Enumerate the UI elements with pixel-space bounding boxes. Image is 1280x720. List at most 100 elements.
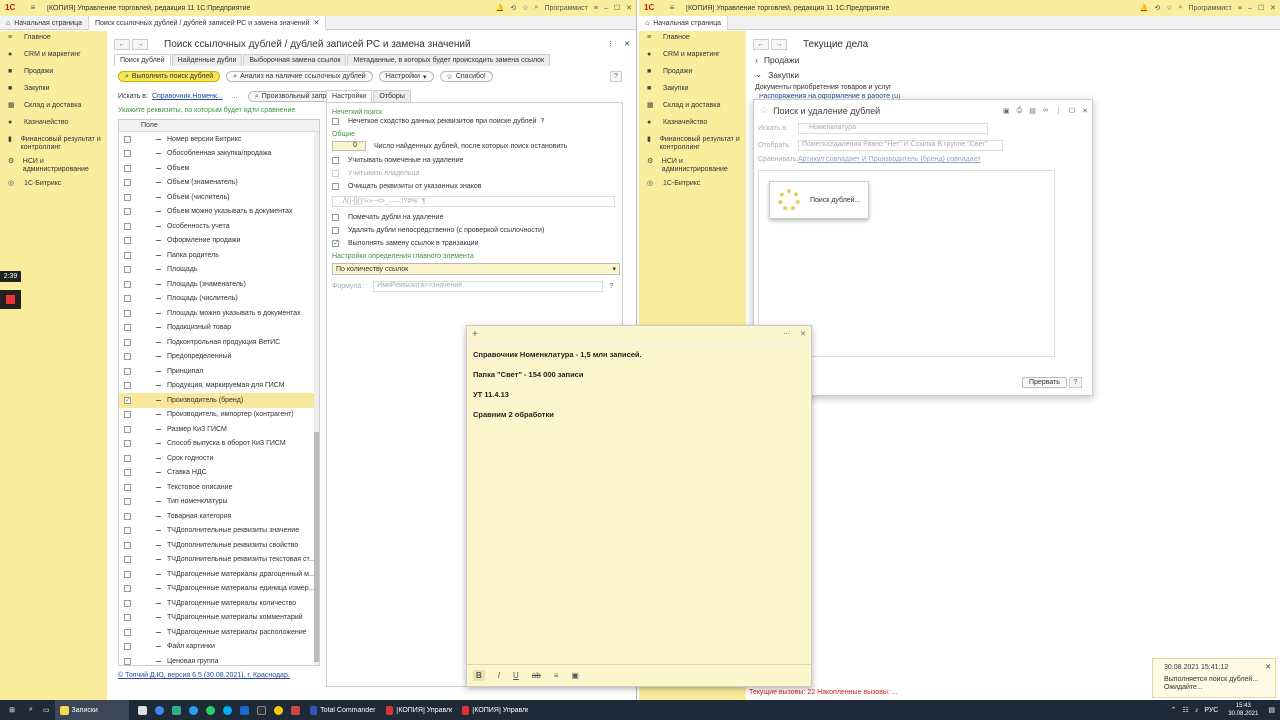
save-icon[interactable]: ▣ xyxy=(1003,107,1010,115)
sidebar-item-nsi[interactable]: ⚙ НСИ и администрирование xyxy=(639,155,746,177)
list-item[interactable]: Товарная категория xyxy=(119,509,319,524)
purchase-docs[interactable]: Документы приобретения товаров и услуг xyxy=(755,84,892,91)
list-item[interactable]: ТЧДрагоценные материалы расположение xyxy=(119,625,319,640)
stop-count-field[interactable]: 0 xyxy=(332,141,366,151)
list-item[interactable]: ТЧДополнительные реквизиты значение xyxy=(119,524,319,539)
section-sales[interactable]: › Продажи xyxy=(755,55,799,65)
sidebar-item-finance[interactable]: ▮ Финансовый результат и контроллинг xyxy=(0,133,107,155)
tab-selective-replace[interactable]: Выборочная замена ссылок xyxy=(243,54,347,66)
list-item[interactable]: ТЧДрагоценные материалы количество xyxy=(119,596,319,611)
strikethrough-button[interactable]: ab xyxy=(532,671,541,680)
field-checkbox[interactable] xyxy=(124,135,131,143)
close-icon[interactable]: ✕ xyxy=(1082,107,1088,115)
close-icon[interactable]: ✕ xyxy=(800,330,806,338)
tray-chevron-icon[interactable]: ⌃ xyxy=(1171,706,1177,714)
main-elem-select[interactable]: По количеству ссылок ▾ xyxy=(332,263,620,275)
field-checkbox[interactable] xyxy=(124,266,131,274)
sidebar-item-sales[interactable]: ■ Продажи xyxy=(0,65,107,82)
clear-checkbox[interactable] xyxy=(332,183,339,190)
field-checkbox[interactable] xyxy=(124,570,131,578)
toast-close-icon[interactable]: ✕ xyxy=(1265,663,1271,671)
sidebar-item-crm[interactable]: ● CRM и маркетинг xyxy=(0,48,107,65)
bold-button[interactable]: B xyxy=(473,670,485,681)
field-checkbox[interactable] xyxy=(124,411,131,419)
list-scrollbar[interactable] xyxy=(314,132,319,665)
search-in-link[interactable]: Справочник.Номенк... xyxy=(152,93,223,100)
list-item[interactable]: Ценовая группа xyxy=(119,654,319,665)
more-icon[interactable]: ⋮ xyxy=(1055,107,1062,115)
app-icon[interactable] xyxy=(137,705,147,715)
field-checkbox[interactable] xyxy=(124,483,131,491)
list-item[interactable]: Площадь (числитель) xyxy=(119,292,319,307)
sidebar-item-treasury[interactable]: ● Казначейство xyxy=(0,116,107,133)
field-checkbox[interactable] xyxy=(124,556,131,564)
opt-replace-row[interactable]: ✓ Выполнять замену ссылок в транзакции xyxy=(332,240,479,247)
whatsapp-icon[interactable] xyxy=(205,705,215,715)
field-checkbox[interactable] xyxy=(124,295,131,303)
list-item[interactable]: ТЧДополнительные реквизиты текстовая ст.… xyxy=(119,553,319,568)
list-item[interactable]: ТЧДрагоценные материалы единица измер... xyxy=(119,582,319,597)
menu-icon[interactable]: ≡ xyxy=(667,3,677,13)
search-icon[interactable]: ⌕ xyxy=(535,4,539,12)
list-item[interactable]: Тип номенклатуры xyxy=(119,495,319,510)
field-checkbox[interactable] xyxy=(124,237,131,245)
windows-start-icon[interactable]: ⊞ xyxy=(0,700,24,720)
question-icon[interactable]: ? xyxy=(540,118,544,125)
skype-icon[interactable] xyxy=(222,705,232,715)
tab-metadata[interactable]: Метаданные, в которых будет происходить … xyxy=(347,54,551,66)
tab-found-duplicates[interactable]: Найденные дубли xyxy=(171,54,243,66)
opt-marked-row[interactable]: Учитывать помеченые на удаление xyxy=(332,157,463,164)
close-icon[interactable]: ✕ xyxy=(626,4,632,12)
taskbar-total-commander[interactable]: Total Commander (... xyxy=(305,700,381,720)
field-checkbox[interactable] xyxy=(124,208,131,216)
user-name[interactable]: Программист xyxy=(544,5,587,12)
opt-owner-row[interactable]: Учитывать владельца xyxy=(332,170,419,177)
footer-author-link[interactable]: © Топчий Д.Ю, версия 6.5 (30.08.2021), г… xyxy=(118,672,290,679)
delete-checkbox[interactable] xyxy=(332,227,339,234)
maximize-icon[interactable]: ☐ xyxy=(1258,4,1264,12)
list-item[interactable]: Объем (числитель) xyxy=(119,190,319,205)
sidebar-item-purchases[interactable]: ■ Закупки xyxy=(0,82,107,99)
abort-button[interactable]: Прервать xyxy=(1022,377,1067,388)
field-checkbox[interactable] xyxy=(124,585,131,593)
opt-mark-dups-row[interactable]: Помечать дубли на удаление xyxy=(332,214,443,221)
star-icon[interactable]: ☆ xyxy=(760,105,768,116)
list-item[interactable]: Оформление продажи xyxy=(119,234,319,249)
italic-button[interactable]: I xyxy=(498,671,500,680)
fields-list[interactable]: Поле Номер версии Битрикс Обособленная за… xyxy=(118,119,320,666)
sticky-note[interactable]: + ⋯ ✕ Справочник Номенклатура - 1,5 млн з… xyxy=(466,325,812,687)
list-item[interactable]: Папка родитель xyxy=(119,248,319,263)
back-button[interactable]: ← xyxy=(114,38,130,50)
dlg-help-button[interactable]: ? xyxy=(1069,377,1082,388)
tab-close-icon[interactable]: ✕ xyxy=(314,19,320,27)
tab-search-duplicates[interactable]: Поиск дублей xyxy=(114,54,171,66)
field-checkbox[interactable] xyxy=(124,338,131,346)
app-icon[interactable] xyxy=(171,705,181,715)
form-close-icon[interactable]: ✕ xyxy=(624,40,630,48)
back-button[interactable]: ← xyxy=(753,38,769,50)
list-item[interactable]: ✓ Производитель (бренд) xyxy=(119,393,319,408)
list-item[interactable]: Способ выпуска в оборот КиЗ ГИСМ xyxy=(119,437,319,452)
field-checkbox[interactable] xyxy=(124,454,131,462)
tab-home[interactable]: ⌂ Начальная страница xyxy=(639,16,728,30)
forward-button[interactable]: → xyxy=(771,38,787,50)
list-item[interactable]: Ставка НДС xyxy=(119,466,319,481)
image-button[interactable]: ▣ xyxy=(571,671,579,680)
bell-icon[interactable]: 🔔 xyxy=(496,4,505,12)
field-checkbox[interactable] xyxy=(124,628,131,636)
sidebar-item-crm[interactable]: ● CRM и маркетинг xyxy=(639,48,746,65)
taskbar-search-icon[interactable]: ⌕ xyxy=(24,700,38,720)
dlg-search-in-field[interactable]: Номенклатура xyxy=(798,123,988,134)
list-item[interactable]: Объем можно указывать в документах xyxy=(119,205,319,220)
stop-recording-button[interactable] xyxy=(0,290,21,309)
list-item[interactable]: Срок годности xyxy=(119,451,319,466)
star-icon[interactable]: ☆ xyxy=(1166,4,1172,12)
opt-clear-row[interactable]: Очищать реквизиты от указанных знаков xyxy=(332,183,482,190)
telegram-icon[interactable] xyxy=(188,705,198,715)
sidebar-item-bitrix[interactable]: ◎ 1С-Битрикс xyxy=(0,177,107,194)
settings-icon[interactable]: ≡ xyxy=(594,5,598,12)
field-checkbox[interactable] xyxy=(124,425,131,433)
taskbar-1c-2[interactable]: [КОПИЯ] Управле... xyxy=(457,700,533,720)
maximize-icon[interactable]: ☐ xyxy=(1069,107,1075,115)
field-checkbox[interactable] xyxy=(124,599,131,607)
